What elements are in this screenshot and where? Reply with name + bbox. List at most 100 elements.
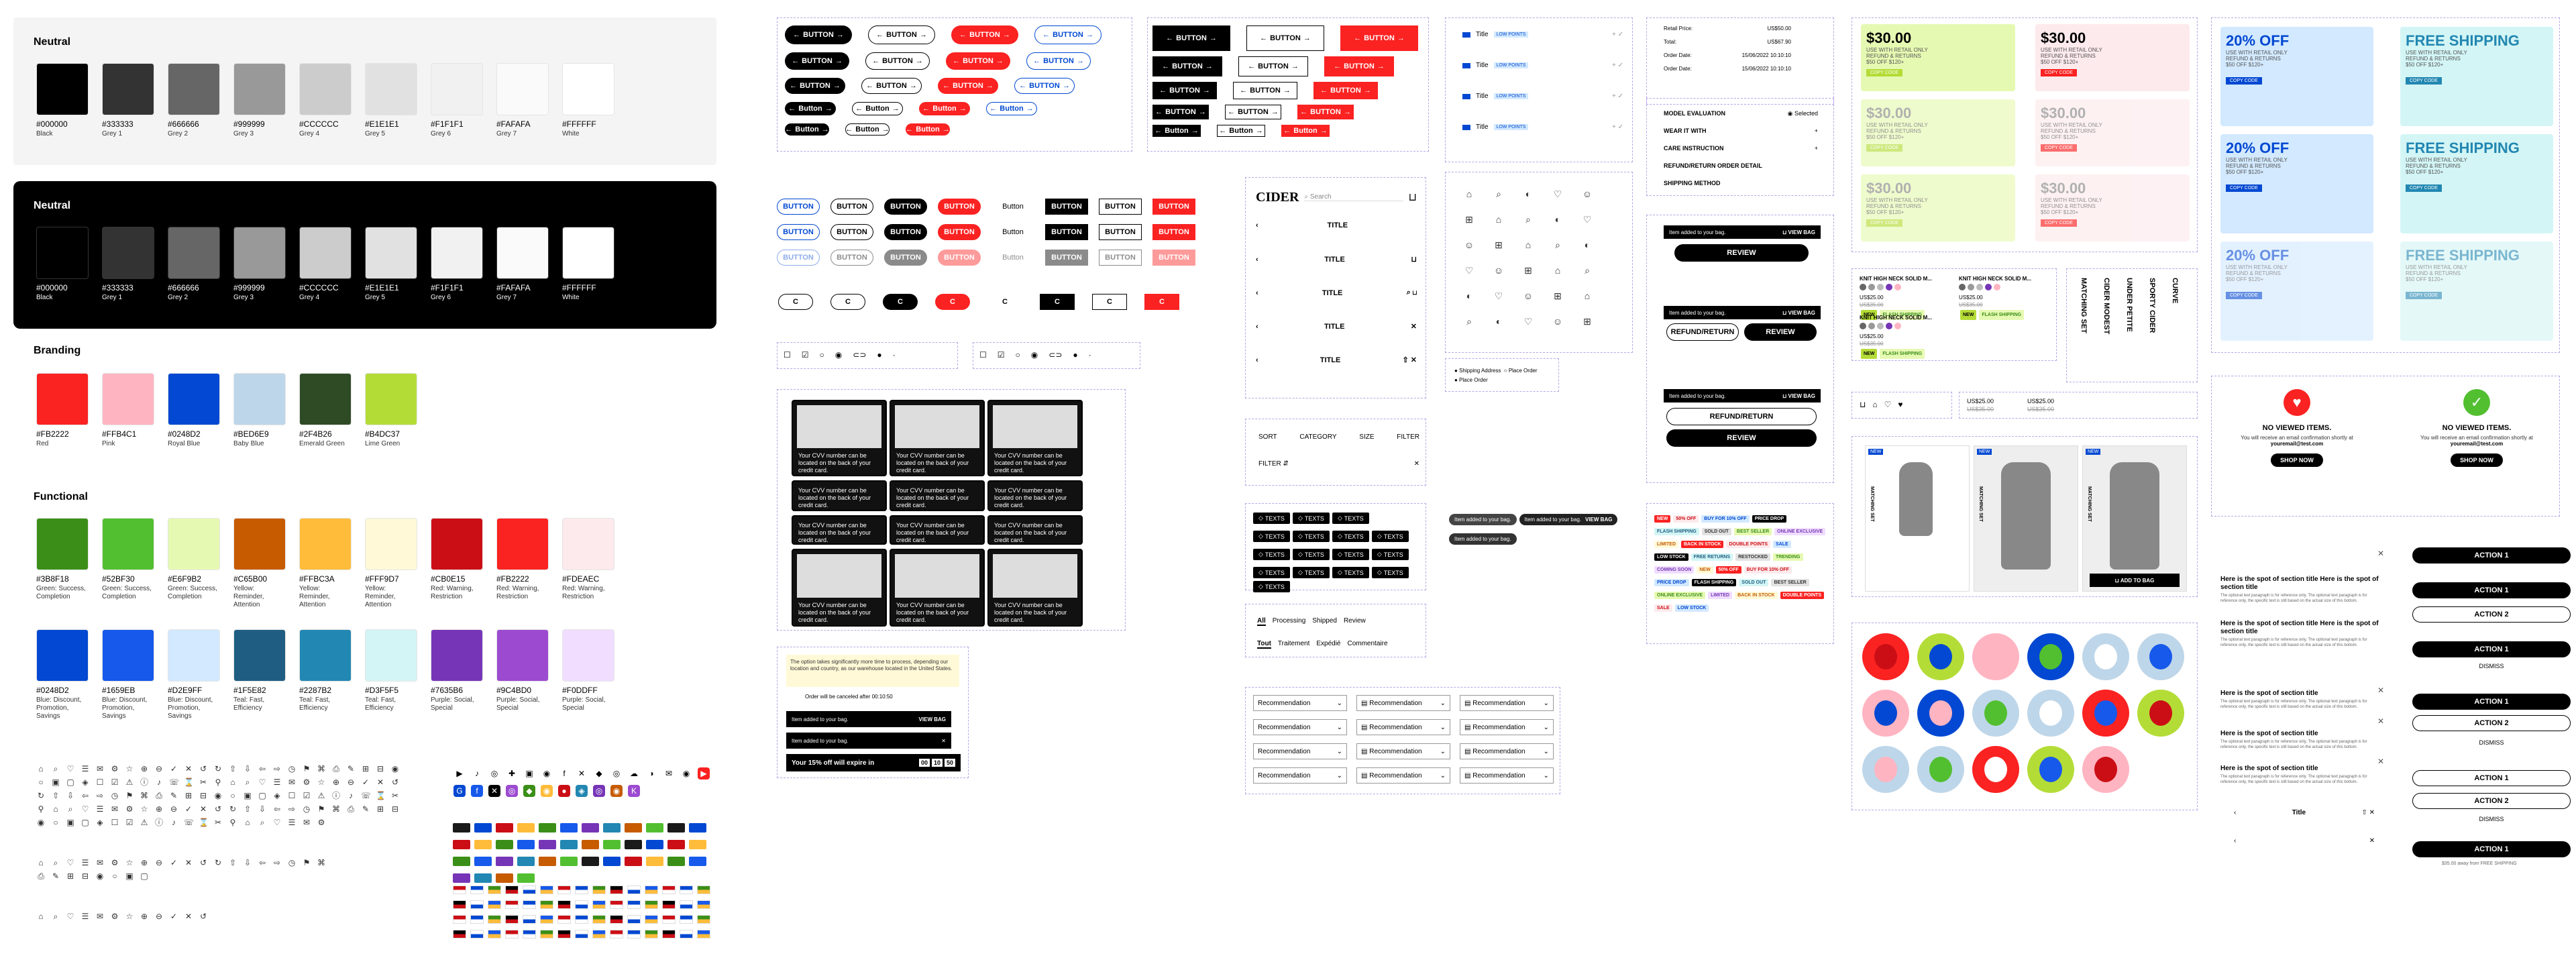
arrow-button[interactable]: ← Button → xyxy=(785,123,829,136)
circle-button[interactable]: C xyxy=(883,294,918,310)
square-button[interactable]: ← BUTTON → xyxy=(1152,82,1217,99)
product-action-icons[interactable]: ⊔⌂♡♥ xyxy=(1860,400,1910,409)
square-button[interactable]: ← BUTTON → xyxy=(1238,56,1308,76)
color-dot[interactable] xyxy=(1860,323,1866,329)
copy-code-button[interactable]: COPY CODE xyxy=(2226,184,2262,192)
close-icon[interactable]: ✕ xyxy=(1414,460,1419,468)
recommendation-dropdown[interactable]: ▤ Recommendation ⌄ xyxy=(1356,695,1450,711)
square-button[interactable]: ← BUTTON → xyxy=(1324,56,1394,76)
order-menu-item[interactable]: REFUND/RETURN ORDER DETAIL xyxy=(1664,162,1818,169)
recommendation-dropdown[interactable]: ▤ Recommendation ⌄ xyxy=(1460,743,1554,759)
copy-code-button[interactable]: COPY CODE xyxy=(2406,292,2442,299)
tab-bar-icon[interactable]: ♡ xyxy=(1546,182,1569,205)
dismiss-button[interactable]: DISMISS xyxy=(2412,660,2571,672)
close-icon[interactable]: ✕ xyxy=(2377,716,2384,726)
close-icon[interactable]: ✕ xyxy=(2369,837,2375,845)
action-button[interactable]: ACTION 2 xyxy=(2412,606,2571,623)
filter-chip[interactable]: ◇ TEXTS xyxy=(1253,549,1290,560)
arrow-button[interactable]: ← Button → xyxy=(986,102,1037,115)
color-dot[interactable] xyxy=(1886,284,1892,290)
shop-now-button[interactable]: SHOP NOW xyxy=(2271,453,2323,467)
color-dot[interactable] xyxy=(1994,284,2000,290)
close-icon[interactable]: ✕ xyxy=(2377,549,2384,558)
filter-chip[interactable]: ◇ TEXTS xyxy=(1371,549,1409,560)
nav-action-icon[interactable]: ⌕ ⊔ xyxy=(1407,288,1417,297)
square-button[interactable]: ← BUTTON → xyxy=(1313,82,1378,99)
tab-bar-icon[interactable]: ☺ xyxy=(1458,233,1481,256)
text-button[interactable]: BUTTON xyxy=(777,224,820,240)
arrow-button[interactable]: ← BUTTON → xyxy=(1034,25,1102,44)
circle-button[interactable]: C xyxy=(830,294,865,310)
tab-bar-icon[interactable]: ⊞ xyxy=(1487,233,1510,256)
order-tab[interactable]: Shipped xyxy=(1312,617,1337,626)
filter-chip[interactable]: ◇ TEXTS xyxy=(1332,531,1369,542)
tab-bar-icon[interactable]: ◐ xyxy=(1517,182,1540,205)
copy-code-button[interactable]: COPY CODE xyxy=(2041,219,2077,227)
recommendation-dropdown[interactable]: ▤ Recommendation ⌄ xyxy=(1460,719,1554,735)
filter-chip[interactable]: ◇ TEXTS xyxy=(1332,513,1369,524)
checkbox-control[interactable]: ☐ xyxy=(979,350,987,360)
text-button[interactable]: BUTTON xyxy=(1152,224,1195,240)
square-button[interactable]: ← BUTTON → xyxy=(1152,25,1230,51)
size-button[interactable]: SIZE xyxy=(1359,433,1374,441)
tab-bar-icon[interactable]: ◐ xyxy=(1458,284,1481,307)
arrow-button[interactable]: ← Button → xyxy=(919,102,970,115)
circle-button[interactable]: C xyxy=(987,294,1022,310)
filter-chip[interactable]: ◇ TEXTS xyxy=(1292,513,1330,524)
text-button[interactable]: BUTTON xyxy=(1152,250,1195,266)
product-mini[interactable]: KNIT HIGH NECK SOLID M... US$25.00 US$35.0… xyxy=(1860,314,1953,360)
tab-bar-icon[interactable]: ☺ xyxy=(1546,310,1569,333)
text-button[interactable]: BUTTON xyxy=(1045,199,1088,215)
tab-bar-icon[interactable]: ⌕ xyxy=(1576,259,1599,282)
text-button[interactable]: BUTTON xyxy=(1099,250,1142,266)
recommendation-dropdown[interactable]: Recommendation ⌄ xyxy=(1253,767,1347,784)
view-bag-link[interactable]: VIEW BAG xyxy=(1585,517,1612,523)
tab-bar-icon[interactable]: ⌂ xyxy=(1487,208,1510,231)
product-card[interactable]: NEW MATCHING SET xyxy=(1865,445,1970,592)
filter-chip[interactable]: ◇ TEXTS xyxy=(1371,567,1409,578)
back-icon[interactable]: ‹ xyxy=(1256,289,1258,297)
close-icon[interactable]: ✕ xyxy=(2377,757,2384,766)
recommendation-dropdown[interactable]: ▤ Recommendation ⌄ xyxy=(1460,767,1554,784)
text-button[interactable]: BUTTON xyxy=(1152,199,1195,215)
text-button[interactable]: BUTTON xyxy=(884,224,927,240)
color-dot[interactable] xyxy=(1968,284,1974,290)
checkbox-control[interactable]: ☐ xyxy=(784,350,791,360)
color-dot[interactable] xyxy=(1877,323,1884,329)
add-icon[interactable]: + ✓ xyxy=(1612,123,1623,131)
text-button[interactable]: BUTTON xyxy=(830,199,873,215)
refund-button[interactable]: REFUND/RETURN xyxy=(1666,323,1739,341)
action-button[interactable]: ACTION 1 xyxy=(2412,641,2571,657)
arrow-button[interactable]: ← BUTTON → xyxy=(946,52,1010,70)
copy-code-button[interactable]: COPY CODE xyxy=(2406,77,2442,85)
recommendation-dropdown[interactable]: ▤ Recommendation ⌄ xyxy=(1356,743,1450,759)
arrow-button[interactable]: ← BUTTON → xyxy=(861,78,922,94)
arrow-button[interactable]: ← BUTTON → xyxy=(785,78,845,94)
text-button[interactable]: BUTTON xyxy=(884,250,927,266)
action-button[interactable]: ACTION 2 xyxy=(2412,715,2571,731)
tab-bar-icon[interactable]: ⌂ xyxy=(1576,284,1599,307)
filter-chip[interactable]: ◇ TEXTS xyxy=(1253,513,1290,524)
close-icon[interactable]: ✕ xyxy=(941,738,946,744)
arrow-button[interactable]: ← BUTTON → xyxy=(785,52,849,70)
tab-bar-icon[interactable]: ⊞ xyxy=(1458,208,1481,231)
tab-bar-icon[interactable]: ⌂ xyxy=(1517,233,1540,256)
arrow-button[interactable]: ← Button → xyxy=(845,123,890,136)
review-button[interactable]: REVIEW xyxy=(1744,323,1817,341)
text-button[interactable]: Button xyxy=(991,250,1034,266)
arrow-button[interactable]: ← BUTTON → xyxy=(865,52,930,70)
square-button[interactable]: ← BUTTON → xyxy=(1225,105,1281,119)
bag-icon[interactable]: ⊔ xyxy=(1409,191,1417,204)
view-bag-link[interactable]: VIEW BAG xyxy=(919,716,946,722)
back-icon[interactable]: ‹ xyxy=(1256,221,1258,229)
circle-button[interactable]: C xyxy=(1144,294,1179,310)
close-icon[interactable]: ✕ xyxy=(2377,686,2384,695)
checkbox-control[interactable]: ⊂⊃ xyxy=(853,350,866,360)
tab-bar-icon[interactable]: ☺ xyxy=(1487,259,1510,282)
action-button[interactable]: ACTION 1 xyxy=(2412,841,2571,857)
nav-action-icon[interactable]: ⇧ ✕ xyxy=(1402,356,1417,364)
arrow-button[interactable]: ← BUTTON → xyxy=(1026,52,1091,70)
text-button[interactable]: BUTTON xyxy=(1099,224,1142,240)
text-button[interactable]: BUTTON xyxy=(938,250,981,266)
tab-bar-icon[interactable]: ◐ xyxy=(1487,310,1510,333)
